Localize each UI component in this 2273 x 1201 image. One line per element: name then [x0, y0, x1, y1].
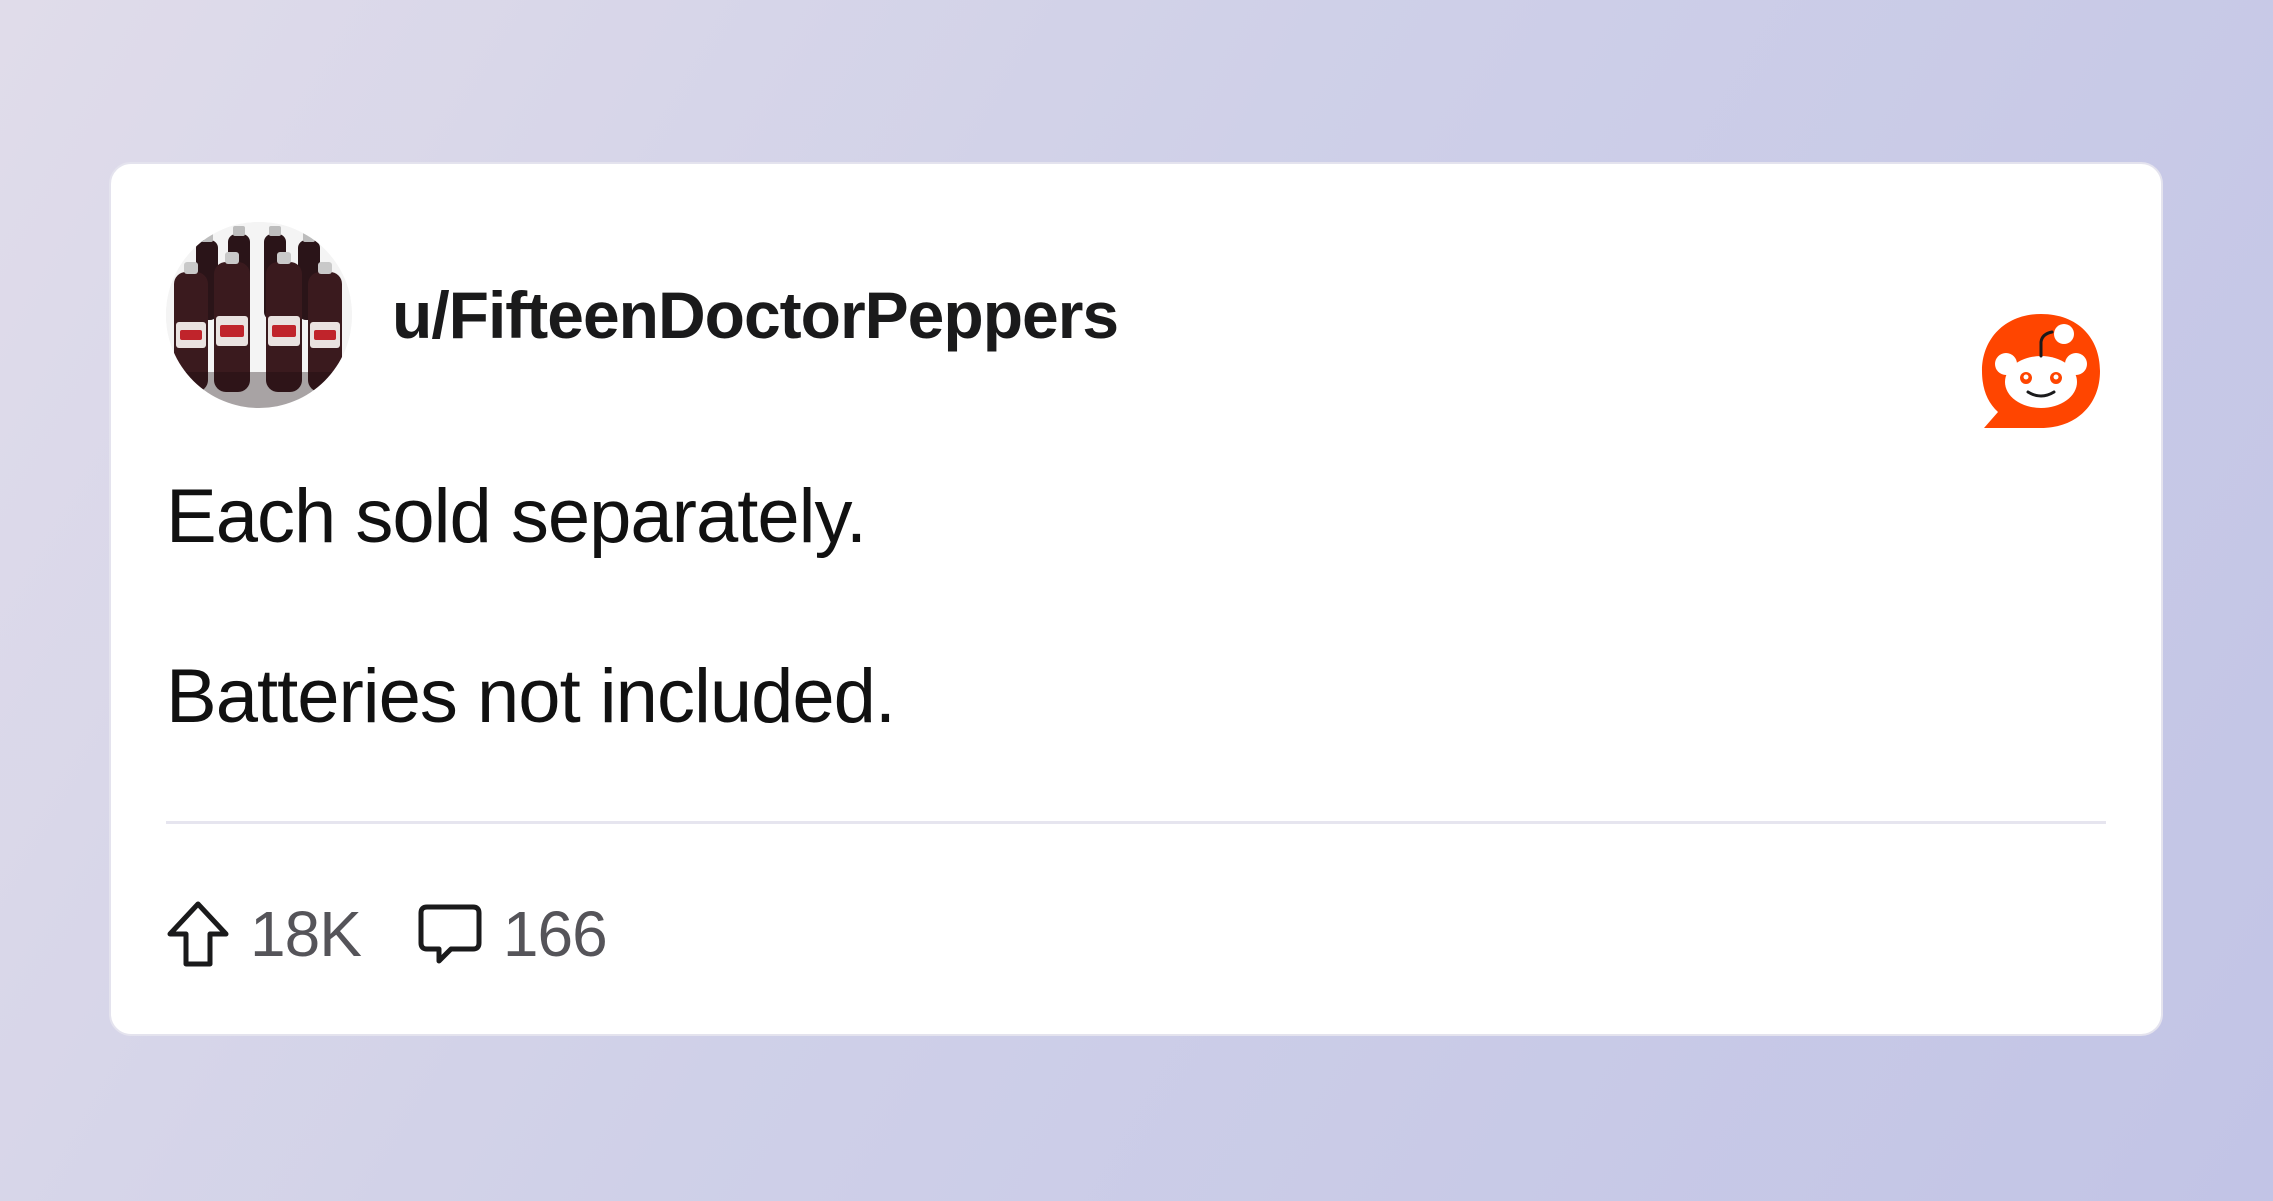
avatar-image	[166, 222, 352, 408]
comments-button[interactable]: 166	[417, 898, 608, 970]
post-body: Each sold separately. Batteries not incl…	[166, 479, 2066, 735]
upvote-arrow-icon[interactable]	[166, 900, 230, 968]
post-card: u/FifteenDoctorPeppers Each sold separat…	[109, 162, 2163, 1036]
reddit-logo-icon[interactable]	[1976, 308, 2106, 438]
post-body-line-1: Each sold separately.	[166, 474, 867, 559]
post-header: u/FifteenDoctorPeppers	[166, 222, 2106, 428]
username[interactable]: u/FifteenDoctorPeppers	[392, 282, 1119, 348]
comment-count: 166	[502, 898, 608, 970]
post-body-line-2: Batteries not included.	[166, 654, 896, 739]
post-footer: 18K 166	[166, 894, 608, 974]
upvote-button[interactable]: 18K	[166, 898, 362, 970]
avatar[interactable]	[166, 222, 352, 408]
upvote-count: 18K	[250, 898, 362, 970]
comment-bubble-icon[interactable]	[417, 901, 483, 967]
divider	[166, 821, 2106, 824]
